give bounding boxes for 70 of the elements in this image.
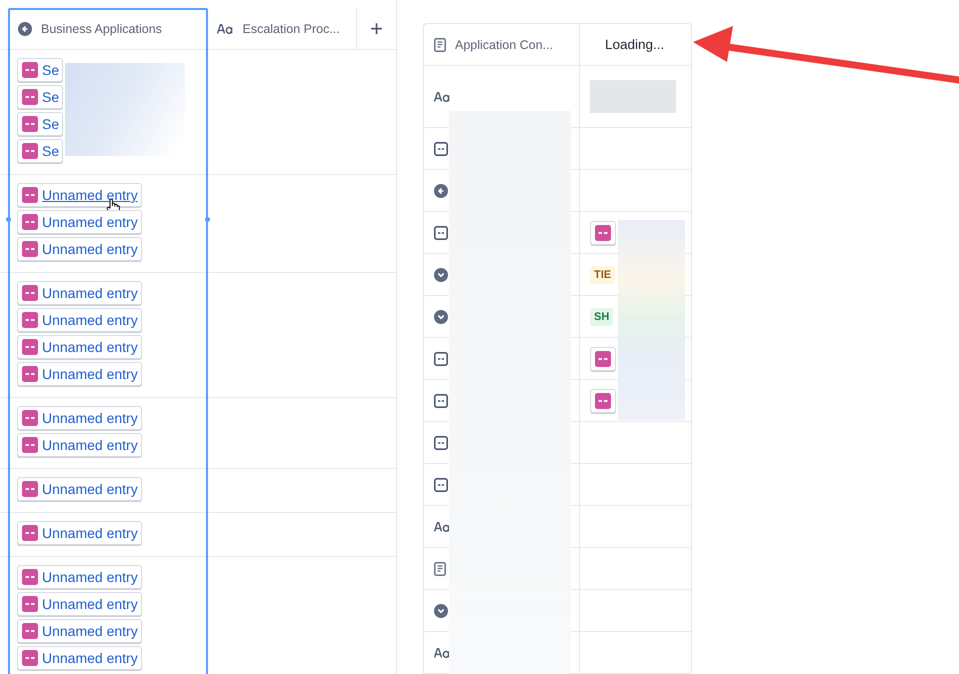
entry-chip[interactable]: Unnamed entry <box>17 619 142 643</box>
entry-chip[interactable]: Unnamed entry <box>17 477 142 501</box>
entry-icon <box>595 350 611 366</box>
text-type-icon <box>434 522 450 532</box>
resize-handle[interactable] <box>6 217 11 222</box>
add-column-button[interactable]: + <box>356 9 396 49</box>
entry-icon <box>22 187 38 203</box>
entry-chip[interactable] <box>590 388 616 412</box>
loading-text: Loading... <box>604 37 664 52</box>
entry-icon <box>22 339 38 355</box>
document-icon <box>434 562 446 576</box>
column-title: Application Con... <box>455 38 553 52</box>
entry-chip[interactable]: Unnamed entry <box>17 362 142 386</box>
status-tag: TIE <box>590 266 616 284</box>
entry-icon <box>434 436 448 450</box>
resize-handle[interactable] <box>205 217 210 222</box>
entry-icon <box>434 226 448 240</box>
entry-icon <box>22 481 38 497</box>
entry-chip[interactable]: Se <box>17 139 64 163</box>
entry-icon <box>22 214 38 230</box>
entry-chip[interactable]: Unnamed entry <box>17 308 142 332</box>
entry-chip[interactable]: Se <box>17 112 64 136</box>
entry-icon <box>22 116 38 132</box>
entry-icon <box>22 596 38 612</box>
entry-icon <box>595 392 611 408</box>
chevron-down-icon <box>434 310 448 324</box>
column-title: Escalation Proc... <box>242 22 340 36</box>
status-tag: SH <box>590 308 614 326</box>
entry-chip[interactable]: Unnamed entry <box>17 237 142 261</box>
entry-icon <box>434 352 448 366</box>
entry-icon <box>434 478 448 492</box>
entry-icon <box>434 142 448 156</box>
entry-icon <box>22 312 38 328</box>
entry-icon <box>22 525 38 541</box>
column-title: Business Applications <box>41 22 162 36</box>
entry-chip[interactable] <box>590 220 616 244</box>
entry-icon <box>22 569 38 585</box>
entry-chip[interactable]: Unnamed entry <box>17 406 142 430</box>
text-type-icon <box>434 92 450 102</box>
entry-icon <box>22 89 38 105</box>
entry-icon <box>22 623 38 639</box>
chevron-down-icon <box>434 268 448 282</box>
entry-icon <box>22 62 38 78</box>
entry-chip[interactable]: Unnamed entry <box>17 565 142 589</box>
entry-chip[interactable]: Unnamed entry <box>17 433 142 457</box>
text-type-icon <box>434 648 450 658</box>
entry-icon <box>22 410 38 426</box>
entry-chip[interactable]: Unnamed entry <box>17 210 142 234</box>
entry-chip[interactable]: Unnamed entry <box>17 521 142 545</box>
entry-icon <box>22 143 38 159</box>
entry-icon <box>595 224 611 240</box>
text-type-icon <box>217 24 234 34</box>
entry-icon <box>22 650 38 666</box>
entry-chip[interactable]: Unnamed entry <box>17 646 142 670</box>
entry-chip[interactable]: Unnamed entry <box>17 183 142 207</box>
chevron-down-icon <box>434 604 448 618</box>
document-icon <box>434 38 446 52</box>
entry-icon <box>22 241 38 257</box>
column-header[interactable]: Escalation Proc... <box>206 9 356 49</box>
entry-chip[interactable]: Unnamed entry <box>17 592 142 616</box>
column-header[interactable]: Business Applications <box>8 9 206 49</box>
entry-icon <box>22 366 38 382</box>
entry-icon <box>22 437 38 453</box>
entry-chip[interactable]: Se <box>17 58 64 82</box>
entry-icon <box>434 394 448 408</box>
entry-chip[interactable]: Se <box>17 85 64 109</box>
entry-chip[interactable] <box>590 346 616 370</box>
entry-chip[interactable]: Unnamed entry <box>17 335 142 359</box>
entry-chip[interactable]: Unnamed entry <box>17 281 142 305</box>
entry-icon <box>22 285 38 301</box>
